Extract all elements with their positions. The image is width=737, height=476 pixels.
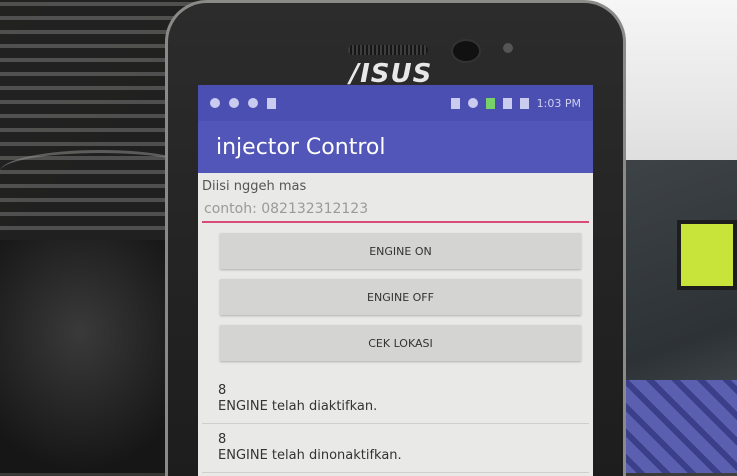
notification-icon xyxy=(210,97,220,108)
phone-screen: 1:03 PM injector Control Diisi nggeh mas… xyxy=(198,85,593,476)
input-label: Diisi nggeh mas xyxy=(202,179,307,194)
background-blue-object xyxy=(620,380,737,473)
alarm-icon xyxy=(450,97,460,109)
engine-on-button[interactable]: ENGINE ON xyxy=(220,233,581,269)
signal-icon xyxy=(485,97,495,109)
notification-icons xyxy=(210,97,276,109)
app-title: injector Control xyxy=(216,134,386,160)
message-number: 8 xyxy=(218,432,227,447)
message-number: 8 xyxy=(218,383,227,398)
message-text: ENGINE telah diaktifkan. xyxy=(218,399,378,414)
signal-2-icon xyxy=(502,97,512,109)
check-location-button[interactable]: CEK LOKASI xyxy=(220,325,581,361)
earpiece-speaker xyxy=(348,45,428,55)
app-title-bar: injector Control xyxy=(198,121,593,173)
system-icons: 1:03 PM xyxy=(450,96,581,110)
message-icon xyxy=(229,97,239,108)
list-item[interactable]: 8 ENGINE telah diaktifkan. xyxy=(202,375,589,424)
file-icon xyxy=(267,97,276,109)
list-item[interactable]: 8 ENGINE telah dinonaktifkan. xyxy=(202,424,589,473)
status-bar: 1:03 PM xyxy=(198,85,593,121)
battery-icon xyxy=(519,97,529,109)
phone-number-input[interactable] xyxy=(202,197,589,223)
message-text: ENGINE telah dinonaktifkan. xyxy=(218,448,402,463)
background-lcd-display xyxy=(677,220,737,290)
instagram-icon xyxy=(248,97,258,108)
engine-off-button[interactable]: ENGINE OFF xyxy=(220,279,581,315)
wifi-icon xyxy=(467,98,478,108)
message-list: 8 ENGINE telah diaktifkan. 8 ENGINE tela… xyxy=(202,375,589,473)
front-camera-icon xyxy=(451,39,481,63)
app-content: Diisi nggeh mas ENGINE ON ENGINE OFF CEK… xyxy=(198,173,593,473)
proximity-sensor xyxy=(503,43,513,53)
smartphone: /ISUS 1:03 PM injector Control Diisi ngg… xyxy=(165,0,626,476)
status-time: 1:03 PM xyxy=(536,96,581,110)
